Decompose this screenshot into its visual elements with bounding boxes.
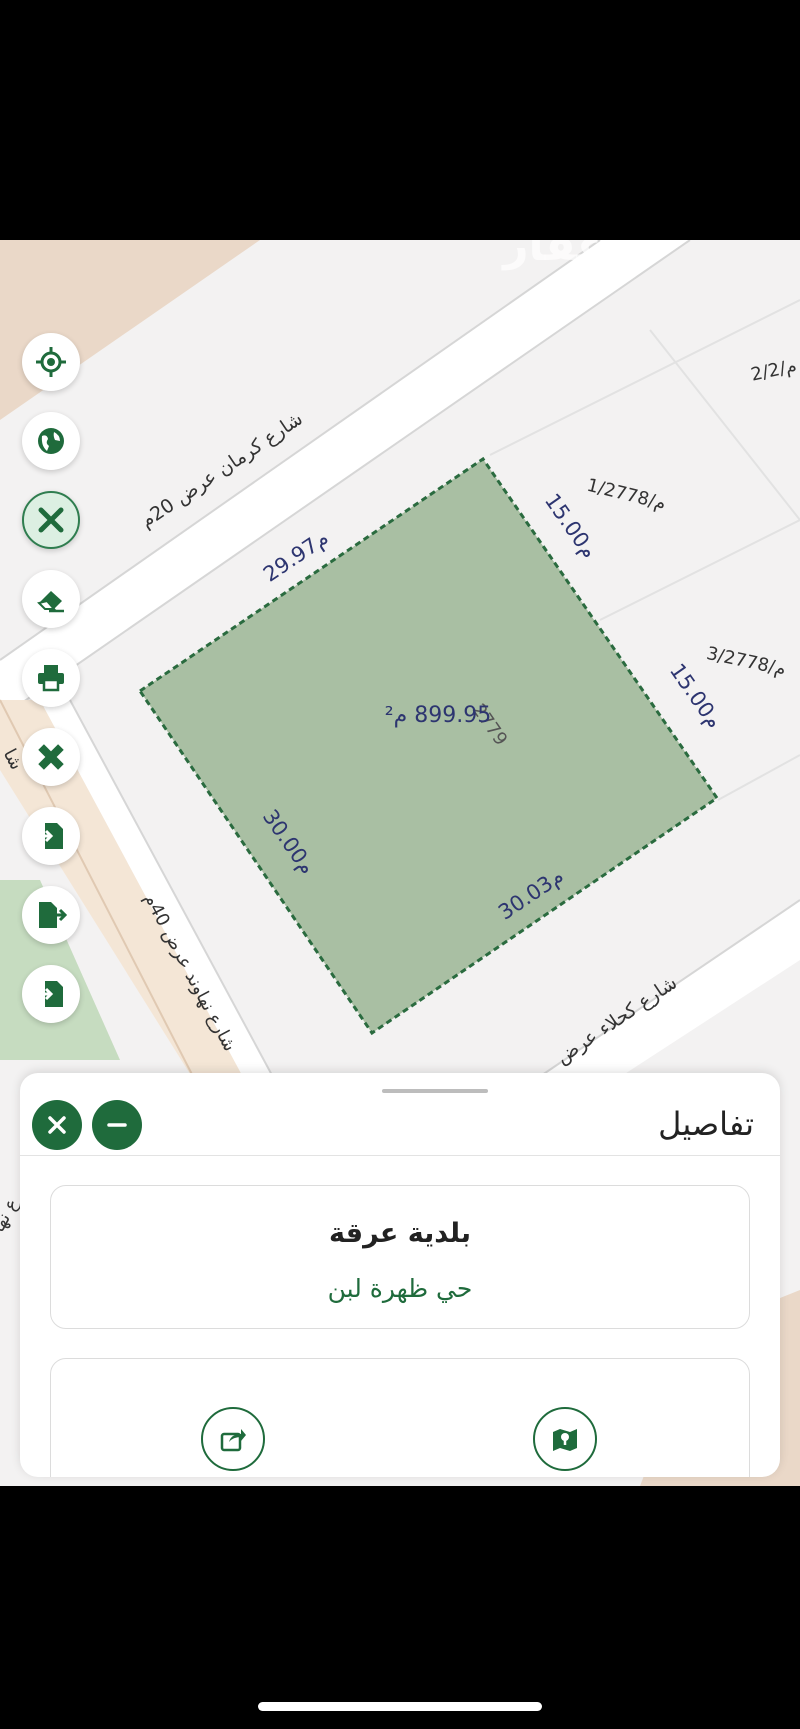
eraser-icon — [37, 591, 64, 613]
watermark-logo: عقار — [501, 240, 607, 271]
login-icon — [38, 981, 63, 1007]
export-button[interactable] — [22, 886, 80, 944]
print-button[interactable] — [22, 649, 80, 707]
print-icon — [38, 665, 64, 692]
close-button[interactable] — [32, 1100, 82, 1150]
globe-button[interactable] — [22, 412, 80, 470]
eraser-button[interactable] — [22, 570, 80, 628]
municipality-name: بلدية عرقة — [329, 1218, 471, 1249]
neighbor-parcel-label: 3/م/2778 — [705, 643, 788, 680]
drag-handle[interactable] — [382, 1089, 488, 1093]
share-icon — [220, 1429, 246, 1452]
terrain-area — [0, 240, 260, 420]
close-icon — [48, 1116, 66, 1134]
parcel-boundary — [599, 519, 800, 621]
minus-icon — [107, 1123, 127, 1127]
actions-card — [50, 1358, 750, 1477]
details-panel: تفاصيل بلدية عرقة حي ظهرة لبن — [20, 1073, 780, 1477]
district-name: حي ظهرة لبن — [327, 1274, 473, 1303]
map-directions-button[interactable] — [533, 1407, 597, 1471]
side-length-east-2: 15.00م — [665, 659, 727, 733]
home-indicator[interactable] — [258, 1702, 542, 1711]
parcel-area: 899.95 م² — [385, 703, 491, 728]
measure-button[interactable] — [22, 728, 80, 786]
export-icon — [39, 902, 67, 928]
divider — [20, 1155, 780, 1156]
neighbor-parcel-label: 1/م/2778 — [585, 475, 668, 515]
status-area — [0, 0, 800, 240]
map-icon — [553, 1429, 577, 1451]
locate-icon — [36, 347, 66, 377]
login-button[interactable] — [22, 965, 80, 1023]
side-length-east: 15.00م — [540, 489, 602, 563]
share-button[interactable] — [201, 1407, 265, 1471]
tools-button[interactable] — [22, 491, 80, 549]
import-button[interactable] — [22, 807, 80, 865]
parcel-boundary — [717, 754, 800, 801]
tools-icon — [38, 507, 64, 533]
minimize-button[interactable] — [92, 1100, 142, 1150]
import-icon — [38, 823, 63, 849]
bottom-bar — [0, 1486, 800, 1729]
measure-icon — [38, 744, 64, 770]
location-card: بلدية عرقة حي ظهرة لبن — [50, 1185, 750, 1329]
locate-button[interactable] — [22, 333, 80, 391]
neighbor-parcel-label: 2/م/2 — [749, 356, 799, 386]
globe-icon — [38, 428, 64, 454]
panel-title: تفاصيل — [658, 1105, 754, 1143]
